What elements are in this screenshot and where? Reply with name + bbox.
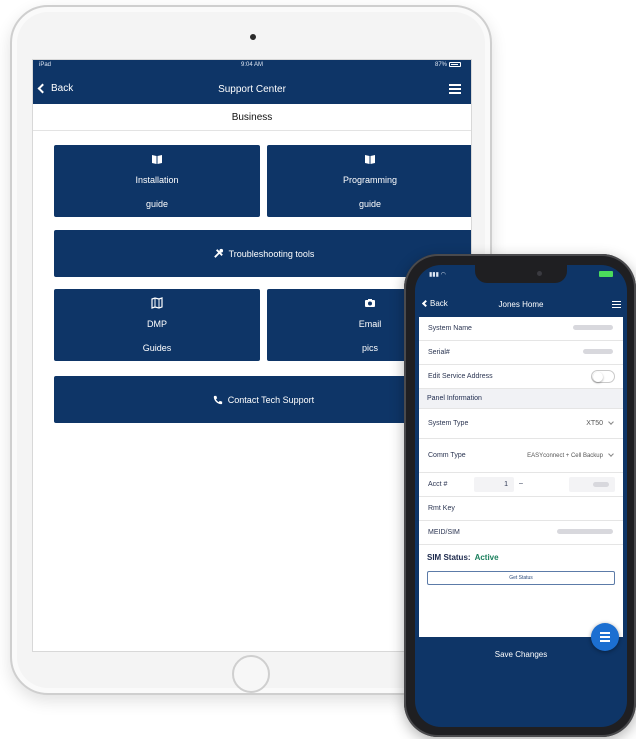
section-title: Business bbox=[33, 104, 471, 131]
ipad-header: iPad 9:04 AM 87% Back Support Center bbox=[33, 60, 471, 104]
tile-label-line2: guide bbox=[358, 199, 382, 209]
field-label: Acct # bbox=[428, 481, 448, 488]
tile-label-line2: Guides bbox=[142, 343, 172, 353]
edit-service-address-row: Edit Service Address bbox=[419, 365, 623, 389]
acct-prefix-input[interactable]: 1 bbox=[474, 477, 514, 492]
service-address-toggle[interactable] bbox=[591, 370, 615, 383]
redacted-value bbox=[583, 349, 613, 354]
system-name-row[interactable]: System Name bbox=[419, 317, 623, 341]
comm-type-row[interactable]: Comm Type EASYconnect + Cell Backup bbox=[419, 439, 623, 473]
redacted-value bbox=[573, 325, 613, 330]
sim-status-value: Active bbox=[474, 553, 499, 562]
iphone-device: ▮▮▮ ◠ Back Jones Home System Name Serial… bbox=[404, 254, 636, 737]
dmp-guides-button[interactable]: DMP Guides bbox=[54, 289, 260, 361]
iphone-screen: ▮▮▮ ◠ Back Jones Home System Name Serial… bbox=[415, 265, 627, 727]
camera-icon bbox=[365, 299, 375, 307]
field-label: System Type bbox=[428, 420, 469, 427]
menu-icon[interactable] bbox=[612, 301, 621, 309]
tile-label-line1: Programming bbox=[342, 175, 398, 185]
tile-label-line1: Installation bbox=[135, 175, 179, 185]
field-label: Edit Service Address bbox=[428, 373, 493, 380]
field-label: Rmt Key bbox=[428, 505, 455, 512]
system-form: System Name Serial# Edit Service Address… bbox=[419, 317, 623, 637]
book-icon bbox=[365, 155, 375, 164]
floating-menu-button[interactable] bbox=[591, 623, 619, 651]
acct-number-input[interactable] bbox=[569, 477, 615, 492]
system-type-value: XT50 bbox=[586, 420, 603, 427]
meid-sim-row[interactable]: MEID/SIM bbox=[419, 521, 623, 545]
phone-icon bbox=[213, 395, 222, 404]
status-battery: 87% bbox=[435, 62, 461, 68]
menu-icon[interactable] bbox=[449, 84, 461, 94]
redacted-value bbox=[557, 529, 613, 534]
field-label: System Name bbox=[428, 325, 472, 332]
chevron-down-icon bbox=[608, 419, 614, 425]
page-title: Jones Home bbox=[498, 300, 544, 309]
panel-information-header: Panel Information bbox=[419, 389, 623, 409]
ipad-camera bbox=[250, 34, 256, 40]
tile-label-line1: DMP bbox=[147, 319, 167, 329]
system-type-row[interactable]: System Type XT50 bbox=[419, 409, 623, 439]
installation-guide-button[interactable]: Installation guide bbox=[54, 145, 260, 217]
battery-icon bbox=[599, 271, 613, 277]
field-label: MEID/SIM bbox=[428, 529, 460, 536]
tile-label: Contact Tech Support bbox=[227, 394, 315, 405]
serial-row[interactable]: Serial# bbox=[419, 341, 623, 365]
status-time: 9:04 AM bbox=[240, 62, 263, 68]
acct-separator: – bbox=[519, 480, 523, 487]
programming-guide-button[interactable]: Programming guide bbox=[267, 145, 471, 217]
tools-icon bbox=[213, 248, 223, 258]
field-label: Serial# bbox=[428, 349, 450, 356]
acct-row: Acct # 1 – bbox=[419, 473, 623, 497]
home-button[interactable] bbox=[232, 655, 270, 693]
iphone-header: Back Jones Home bbox=[415, 295, 627, 315]
tile-label: Troubleshooting tools bbox=[228, 248, 315, 259]
notch bbox=[475, 265, 567, 283]
chevron-down-icon bbox=[608, 451, 614, 457]
book-icon bbox=[152, 155, 162, 164]
battery-icon bbox=[449, 62, 461, 67]
tile-label-line2: guide bbox=[145, 199, 169, 209]
map-icon bbox=[151, 297, 163, 309]
ipad-status-bar: iPad 9:04 AM 87% bbox=[33, 62, 471, 72]
signal-icon: ▮▮▮ ◠ bbox=[429, 272, 446, 278]
comm-type-value: EASYconnect + Cell Backup bbox=[527, 453, 603, 459]
field-label: Comm Type bbox=[428, 452, 466, 459]
get-status-button[interactable]: Get Status bbox=[427, 571, 615, 585]
sim-status-label: SIM Status: bbox=[427, 553, 471, 562]
sim-status: SIM Status: Active bbox=[419, 545, 623, 567]
rmt-key-row[interactable]: Rmt Key bbox=[419, 497, 623, 521]
page-title: Support Center bbox=[218, 84, 286, 95]
